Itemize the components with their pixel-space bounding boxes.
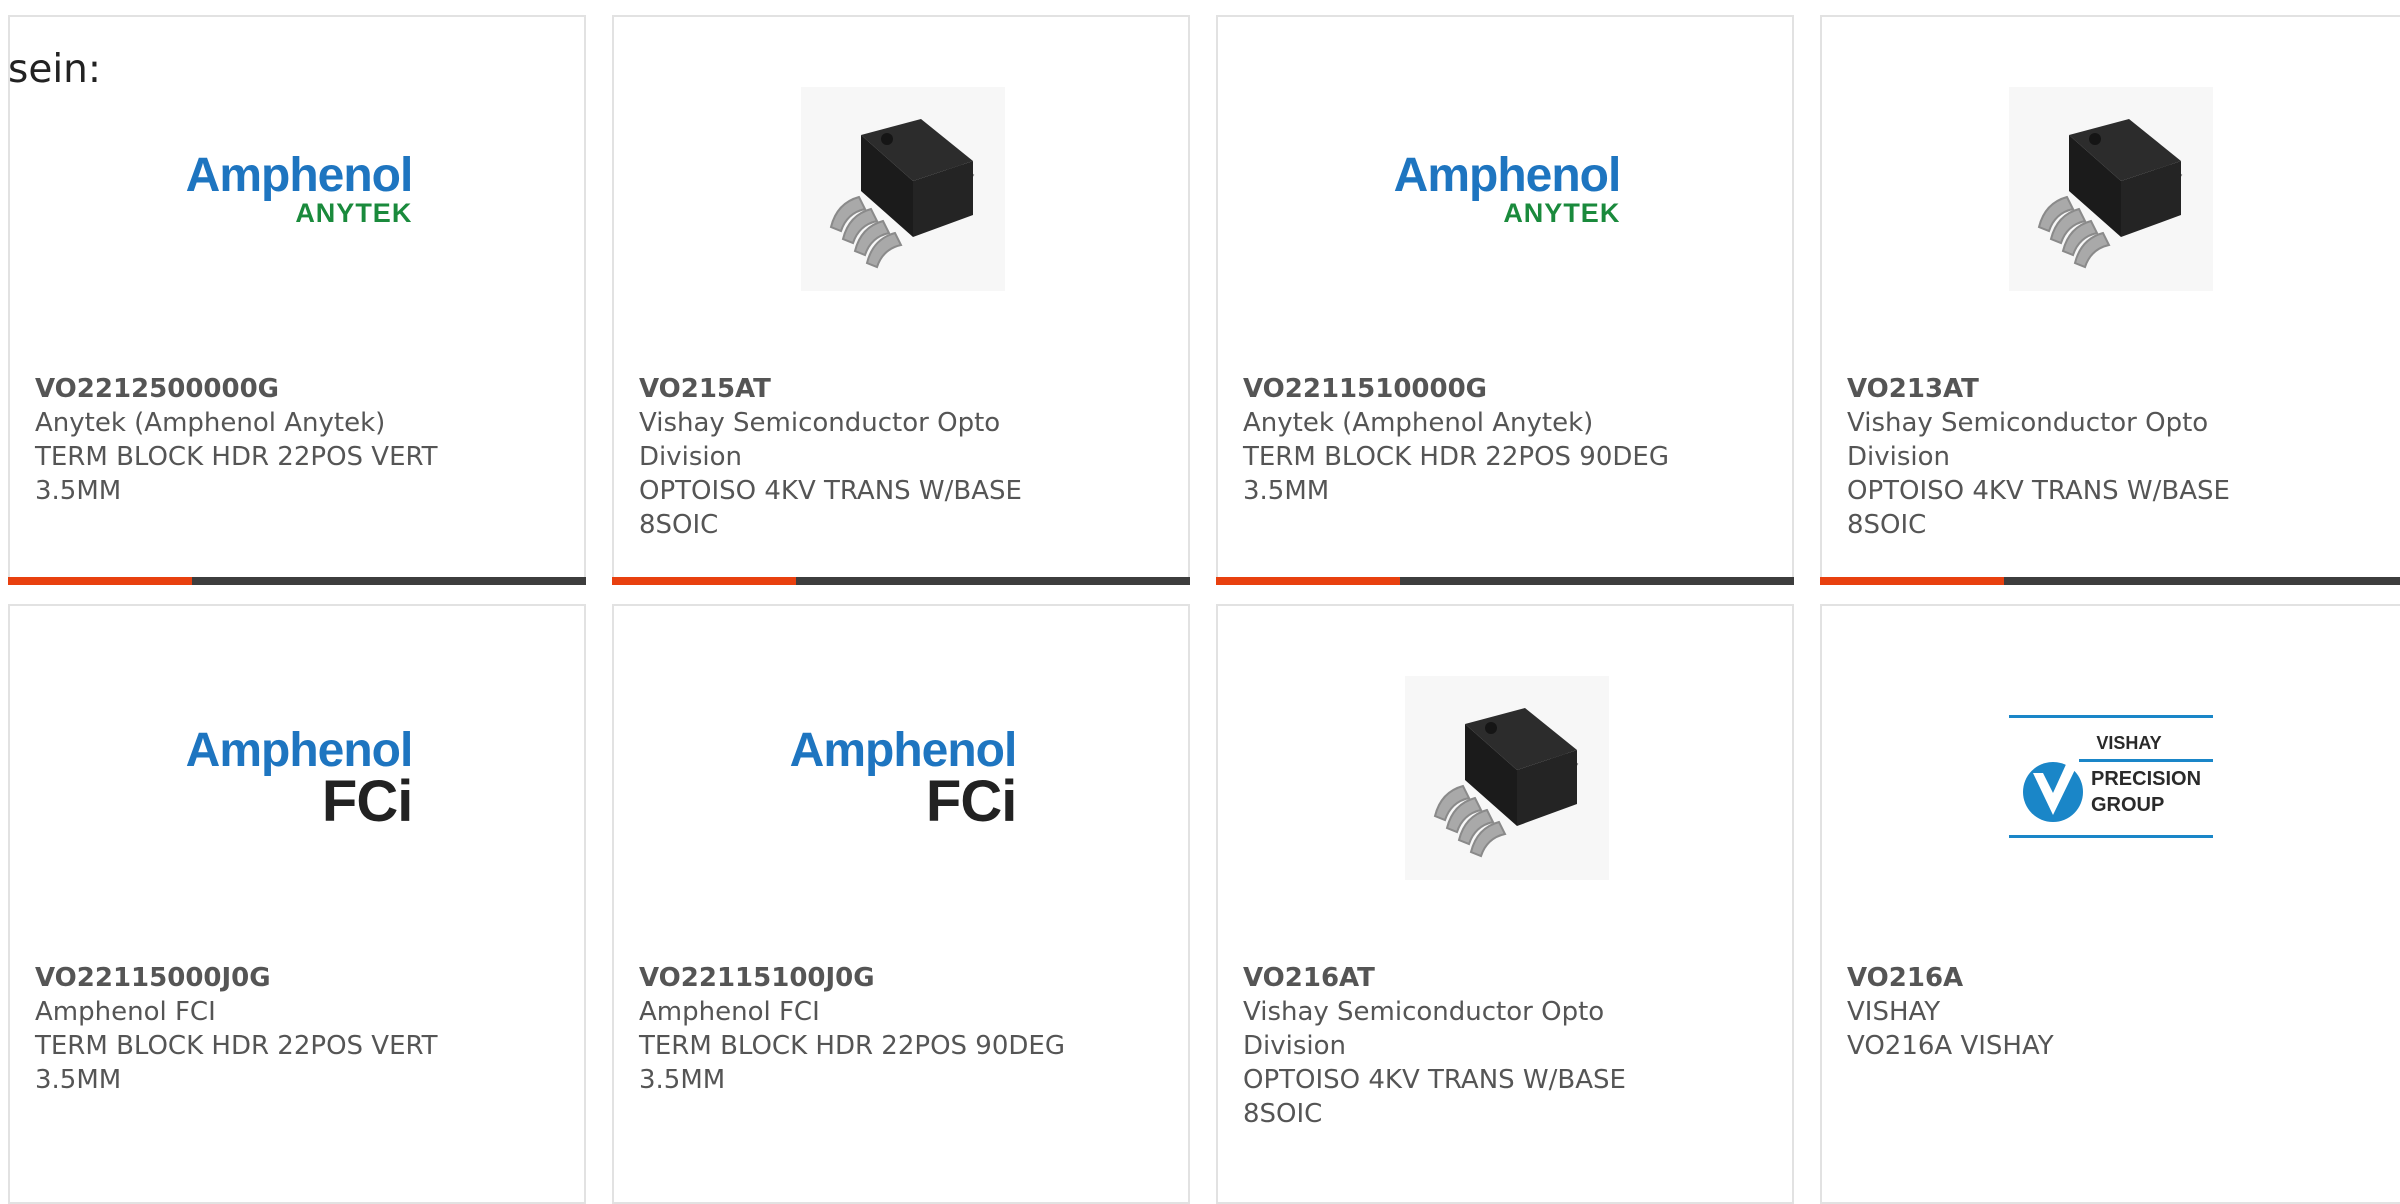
description-line: TERM BLOCK HDR 22POS 90DEG	[1243, 442, 1669, 472]
amphenol-fci-logo: Amphenol FCi	[185, 724, 414, 834]
product-image: Amphenol FCi	[186, 676, 414, 880]
product-image: VISHAY PRECISION GROUP	[2009, 676, 2213, 880]
description-line: TERM BLOCK HDR 22POS VERT	[35, 442, 438, 472]
manufacturer: Vishay Semiconductor Opto	[639, 408, 1001, 438]
amphenol-anytek-logo: Amphenol ANYTEK	[185, 149, 414, 228]
svg-text:PRECISION: PRECISION	[2091, 768, 2201, 790]
product-image: Amphenol ANYTEK	[186, 87, 414, 291]
svg-text:GROUP: GROUP	[2091, 794, 2164, 816]
product-card[interactable]: VO215AT Vishay Semiconductor Opto Divisi…	[612, 15, 1190, 585]
product-card[interactable]: VO213AT Vishay Semiconductor Opto Divisi…	[1820, 15, 2400, 585]
description-line: 8SOIC	[1847, 510, 1927, 540]
svg-text:VISHAY: VISHAY	[2096, 733, 2161, 753]
part-number[interactable]: VO2212500000G	[35, 372, 564, 406]
description-line: OPTOISO 4KV TRANS W/BASE	[639, 476, 1022, 506]
manufacturer: Vishay Semiconductor Opto	[1847, 408, 2209, 438]
soic-8-chip-icon	[801, 87, 1005, 291]
part-number[interactable]: VO215AT	[639, 372, 1168, 406]
product-card[interactable]: Amphenol FCi VO22115100J0G Amphenol FCI …	[612, 604, 1190, 1204]
product-image	[801, 87, 1005, 291]
soic-8-chip-icon	[2009, 87, 2213, 291]
card-accent-bar	[1820, 577, 2400, 585]
product-card[interactable]: Amphenol ANYTEK VO2212500000G Anytek (Am…	[8, 15, 586, 585]
product-image: Amphenol FCi	[790, 676, 1018, 880]
product-card[interactable]: Amphenol ANYTEK VO2211510000G Anytek (Am…	[1216, 15, 1794, 585]
part-number[interactable]: VO216A	[1847, 961, 2388, 995]
description-line: 3.5MM	[1243, 476, 1330, 506]
manufacturer: Vishay Semiconductor Opto	[1243, 997, 1605, 1027]
amphenol-anytek-logo: Amphenol ANYTEK	[1393, 149, 1622, 228]
part-number[interactable]: VO213AT	[1847, 372, 2388, 406]
description-line: 3.5MM	[35, 476, 122, 506]
description-line: 8SOIC	[1243, 1099, 1323, 1129]
product-image	[2009, 87, 2213, 291]
description-line: 3.5MM	[35, 1065, 122, 1095]
manufacturer: Anytek (Amphenol Anytek)	[1243, 408, 1594, 438]
part-number[interactable]: VO22115000J0G	[35, 961, 564, 995]
manufacturer-cont: Division	[1847, 442, 1951, 472]
product-image	[1405, 676, 1609, 880]
description-line: TERM BLOCK HDR 22POS 90DEG	[639, 1031, 1065, 1061]
description-line: OPTOISO 4KV TRANS W/BASE	[1243, 1065, 1626, 1095]
manufacturer-cont: Division	[639, 442, 743, 472]
description-line: TERM BLOCK HDR 22POS VERT	[35, 1031, 438, 1061]
card-accent-bar	[612, 577, 1190, 585]
product-image: Amphenol ANYTEK	[1394, 87, 1622, 291]
intro-text: sein:	[8, 47, 102, 92]
card-accent-bar	[8, 577, 586, 585]
manufacturer: Anytek (Amphenol Anytek)	[35, 408, 386, 438]
description-line: 8SOIC	[639, 510, 719, 540]
vishay-precision-group-logo-icon: VISHAY PRECISION GROUP	[2009, 715, 2213, 838]
product-card[interactable]: Amphenol FCi VO22115000J0G Amphenol FCI …	[8, 604, 586, 1204]
amphenol-fci-logo: Amphenol FCi	[789, 724, 1018, 834]
part-number[interactable]: VO216AT	[1243, 961, 1772, 995]
manufacturer: Amphenol FCI	[639, 997, 820, 1027]
card-accent-bar	[1216, 577, 1794, 585]
part-number[interactable]: VO2211510000G	[1243, 372, 1772, 406]
part-number[interactable]: VO22115100J0G	[639, 961, 1168, 995]
product-card[interactable]: VO216AT Vishay Semiconductor Opto Divisi…	[1216, 604, 1794, 1204]
manufacturer-cont: Division	[1243, 1031, 1347, 1061]
manufacturer: Amphenol FCI	[35, 997, 216, 1027]
manufacturer: VISHAY	[1847, 997, 1941, 1027]
product-card[interactable]: VISHAY PRECISION GROUP VO216A VISHAY VO2…	[1820, 604, 2400, 1204]
description-line: VO216A VISHAY	[1847, 1031, 2054, 1061]
description-line: 3.5MM	[639, 1065, 726, 1095]
soic-8-chip-icon	[1405, 676, 1609, 880]
description-line: OPTOISO 4KV TRANS W/BASE	[1847, 476, 2230, 506]
